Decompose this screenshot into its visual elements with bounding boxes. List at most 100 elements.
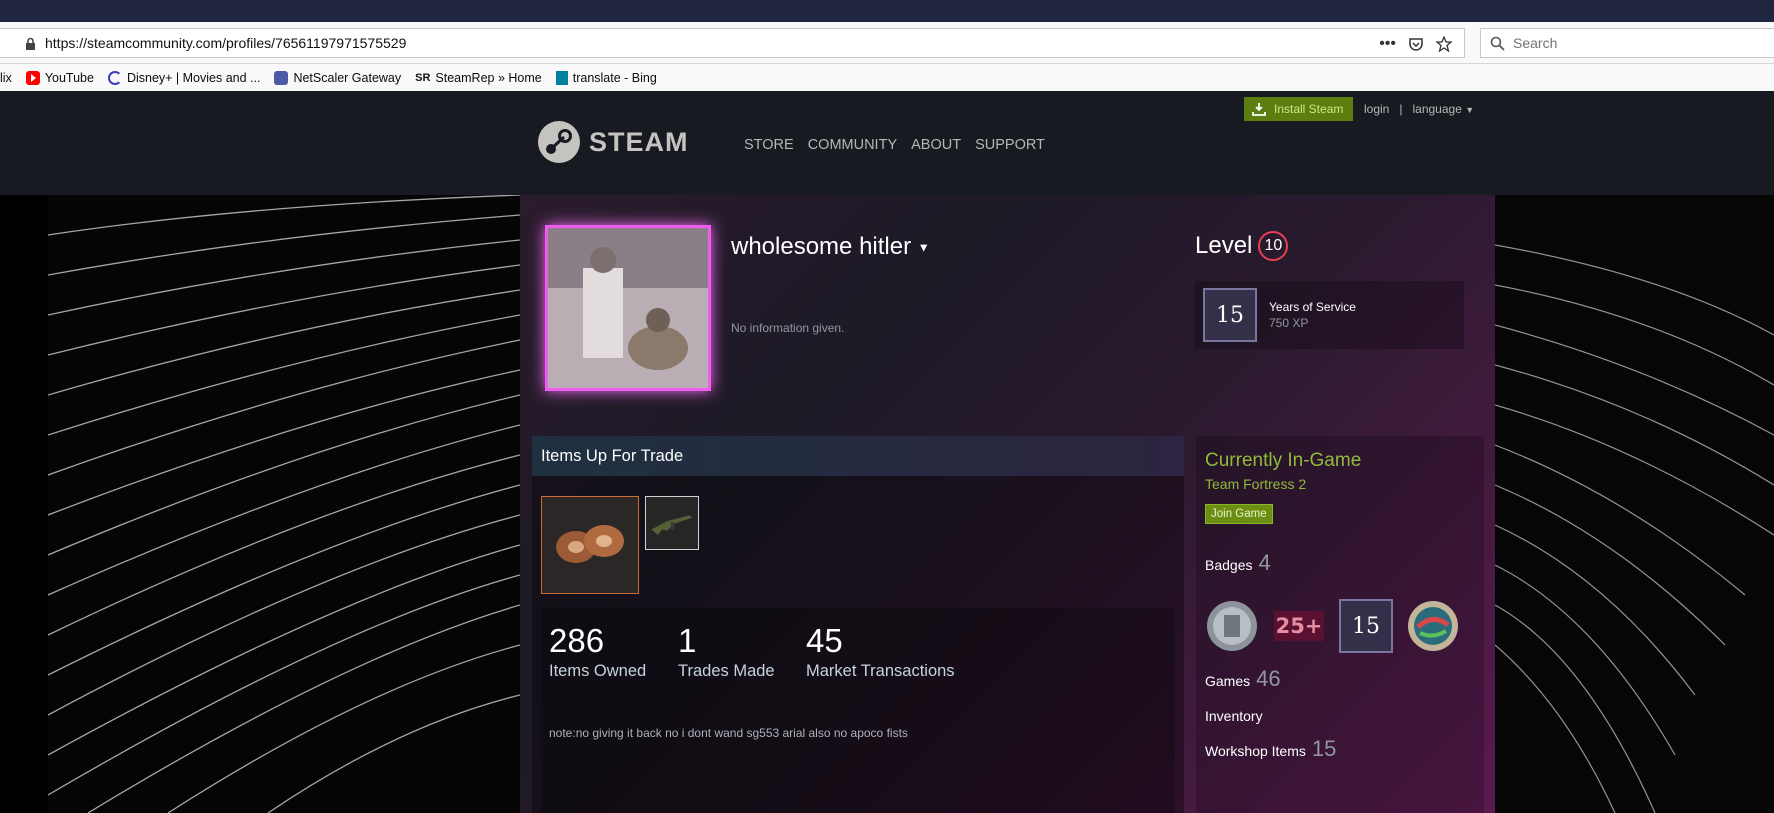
profile-sidebar: Currently In-Game Team Fortress 2 Join G… (1196, 436, 1484, 813)
bookmark-label: lix (0, 70, 12, 85)
years-of-service-badge-icon: 15 (1203, 288, 1257, 342)
workshop-link[interactable]: Workshop Items 15 (1205, 736, 1336, 762)
bookmark-label: Disney+ | Movies and ... (126, 70, 261, 85)
favorite-badge-title: Years of Service (1269, 300, 1356, 314)
chevron-down-icon[interactable]: ▼ (918, 241, 930, 255)
separator: | (1399, 102, 1403, 116)
background-right (1494, 195, 1774, 813)
trade-item-rifle[interactable] (645, 496, 699, 550)
pillar-badge-icon (1207, 601, 1257, 651)
steam-header: STEAM STORE COMMUNITY ABOUT SUPPORT Inst… (0, 91, 1774, 195)
boxing-gloves-icon (542, 497, 638, 593)
badges-count: 4 (1258, 550, 1271, 575)
bookmark-label: NetScaler Gateway (293, 70, 402, 85)
stat-value: 286 (549, 622, 605, 659)
stat-value: 45 (806, 622, 843, 659)
badge-years-of-service[interactable]: 15 (1339, 599, 1393, 653)
search-placeholder: Search (1513, 35, 1558, 51)
bookmark-label: YouTube (44, 70, 94, 85)
bookmark-star-icon[interactable] (1436, 36, 1452, 52)
level-badge[interactable]: 10 (1258, 231, 1289, 261)
background-left (47, 195, 521, 813)
workshop-count: 15 (1311, 736, 1337, 761)
join-game-button[interactable]: Join Game (1205, 504, 1273, 524)
games-link[interactable]: Games 46 (1205, 666, 1281, 692)
url-bar[interactable]: https://steamcommunity.com/profiles/7656… (0, 28, 1465, 58)
login-link[interactable]: login (1364, 102, 1389, 116)
workshop-label: Workshop Items (1205, 743, 1306, 759)
pocket-icon[interactable] (1408, 36, 1424, 52)
bookmark-netflix[interactable]: lix (0, 71, 12, 85)
nav-support[interactable]: SUPPORT (975, 137, 1045, 153)
steam-logo-icon (538, 121, 580, 163)
lock-icon (26, 37, 35, 50)
persona-name[interactable]: wholesome hitler ▼ (731, 233, 930, 261)
bookmark-netscaler[interactable]: NetScaler Gateway (274, 70, 402, 85)
steam-logo[interactable]: STEAM (537, 120, 689, 164)
avatar[interactable] (545, 225, 711, 391)
steamrep-icon: SR (415, 71, 431, 84)
stat-market-transactions[interactable]: 45 Market Transactions (806, 622, 955, 681)
badges-label: Badges (1205, 557, 1253, 573)
install-steam-label: Install Steam (1274, 102, 1344, 116)
url-text: https://steamcommunity.com/profiles/7656… (45, 35, 407, 51)
nav-community[interactable]: COMMUNITY (808, 137, 897, 153)
url-actions: ••• (1379, 29, 1464, 59)
bookmark-disney[interactable]: Disney+ | Movies and ... (107, 70, 261, 85)
bookmark-label: SteamRep » Home (435, 70, 542, 85)
badge-25-plus[interactable]: 25+ (1272, 599, 1326, 653)
bookmark-youtube[interactable]: YouTube (25, 70, 94, 85)
inventory-link[interactable]: Inventory (1205, 708, 1263, 724)
bookmark-label: translate - Bing (572, 70, 657, 85)
favorite-badge[interactable]: 15 Years of Service 750 XP (1195, 281, 1464, 349)
profile-page: wholesome hitler ▼ No information given.… (520, 195, 1495, 813)
chevron-down-icon: ▼ (1465, 105, 1475, 115)
bookmarks-bar: lix YouTube Disney+ | Movies and ... Net… (0, 64, 1774, 92)
browser-titlebar (0, 0, 1774, 22)
trade-stats: 286 Items Owned 1 Trades Made 45 Market … (541, 608, 1175, 813)
years-of-service-badge-icon: 15 (1339, 599, 1393, 653)
favorite-badge-info: Years of Service 750 XP (1269, 300, 1356, 330)
bing-icon (555, 70, 568, 85)
youtube-icon (25, 70, 40, 85)
stat-items-owned[interactable]: 286 Items Owned (549, 622, 646, 681)
starfield-background-right (1494, 244, 1774, 813)
steam-logo-text: STEAM (589, 126, 689, 157)
stat-label: Trades Made (678, 662, 775, 680)
browser-search-box[interactable]: Search (1480, 28, 1774, 58)
more-actions-icon[interactable]: ••• (1379, 35, 1396, 53)
badge-25-plus-icon: 25+ (1273, 611, 1325, 641)
stat-trades-made[interactable]: 1 Trades Made (678, 622, 775, 681)
inventory-label: Inventory (1205, 708, 1263, 724)
download-icon (1252, 103, 1266, 116)
trade-note: note:no giving it back no i dont wand sg… (549, 726, 908, 740)
player-level: Level 10 (1195, 231, 1289, 261)
ingame-game-name: Team Fortress 2 (1205, 476, 1307, 492)
rifle-icon (646, 497, 698, 549)
persona-name-text: wholesome hitler (731, 233, 912, 260)
language-label: language (1412, 102, 1462, 116)
badge-game[interactable] (1406, 599, 1460, 653)
browser-toolbar: https://steamcommunity.com/profiles/7656… (0, 22, 1774, 64)
avatar-image (548, 228, 708, 388)
game-badge-icon (1408, 601, 1458, 651)
install-steam-button[interactable]: Install Steam (1244, 97, 1354, 121)
trade-items (541, 496, 699, 594)
games-label: Games (1205, 673, 1251, 689)
nav-store[interactable]: STORE (744, 137, 794, 153)
netscaler-icon (274, 70, 289, 85)
badge-pillar[interactable] (1205, 599, 1259, 653)
bookmark-steamrep[interactable]: SR SteamRep » Home (415, 71, 542, 85)
showcase-title: Items Up For Trade (532, 436, 1184, 476)
bookmark-bing[interactable]: translate - Bing (555, 70, 657, 85)
nav-about[interactable]: ABOUT (911, 137, 961, 153)
disney-icon (107, 70, 122, 85)
trade-item-boxing-gloves[interactable] (541, 496, 639, 594)
main-nav: STORE COMMUNITY ABOUT SUPPORT (744, 137, 1045, 153)
language-dropdown[interactable]: language ▼ (1412, 102, 1474, 116)
stat-label: Items Owned (549, 662, 647, 680)
games-count: 46 (1256, 666, 1281, 691)
badges-link[interactable]: Badges 4 (1205, 550, 1271, 576)
ingame-status: Currently In-Game (1205, 450, 1362, 471)
stat-label: Market Transactions (806, 662, 955, 680)
